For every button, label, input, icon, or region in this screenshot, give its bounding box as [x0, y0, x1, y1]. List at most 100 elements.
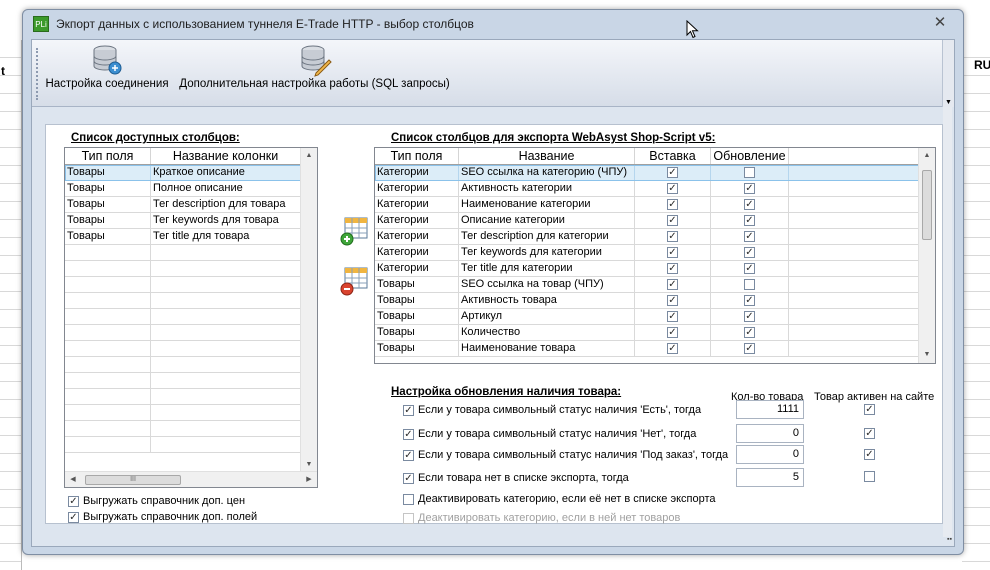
scroll-up-icon[interactable]: ▲ — [301, 148, 317, 164]
checkbox-box[interactable]: ✓ — [744, 231, 755, 242]
table-row[interactable]: Товары Тег keywords для товара — [65, 213, 317, 229]
insert-checkbox-cell[interactable]: ✓ — [635, 181, 711, 196]
scroll-left-icon[interactable]: ◀ — [65, 472, 81, 487]
export-header-name[interactable]: Название — [459, 148, 635, 164]
table-row[interactable]: Товары Краткое описание — [65, 165, 317, 181]
toolbar-grip[interactable] — [36, 48, 38, 100]
insert-checkbox-cell[interactable]: ✓ — [635, 197, 711, 212]
insert-checkbox-cell[interactable]: ✓ — [635, 261, 711, 276]
checkbox-box[interactable]: ✓ — [403, 428, 414, 440]
export-vertical-scrollbar[interactable]: ▲ ▼ — [918, 148, 935, 363]
active-on-site-checkbox[interactable]: ✓ — [864, 427, 875, 439]
export-columns-grid[interactable]: Тип поля Название Вставка Обновление Кат… — [374, 147, 936, 364]
deactivate-empty-category-checkbox[interactable]: Деактивировать категорию, если в ней нет… — [403, 512, 680, 524]
checkbox-box[interactable]: ✓ — [744, 343, 755, 354]
toolbar-scroll-down-icon[interactable]: ▼ — [945, 99, 952, 106]
checkbox-box[interactable] — [403, 512, 414, 524]
table-row[interactable]: Категории Описание категории ✓ ✓ — [375, 213, 935, 229]
checkbox-box[interactable]: ✓ — [744, 247, 755, 258]
export-header-type[interactable]: Тип поля — [375, 148, 459, 164]
checkbox-box[interactable]: ✓ — [667, 327, 678, 338]
insert-checkbox-cell[interactable]: ✓ — [635, 165, 711, 180]
insert-checkbox-cell[interactable]: ✓ — [635, 341, 711, 356]
qty-input[interactable]: 0 — [736, 445, 804, 464]
checkbox-box[interactable]: ✓ — [68, 511, 79, 523]
export-prices-checkbox[interactable]: ✓ Выгружать справочник доп. цен — [68, 495, 245, 507]
table-row[interactable]: Категории SEO ссылка на категорию (ЧПУ) ✓ — [375, 165, 935, 181]
table-row[interactable]: Товары Артикул ✓ ✓ — [375, 309, 935, 325]
stock-rule-checkbox[interactable]: ✓ Если у товара символьный статус наличия… — [403, 428, 696, 440]
checkbox-box[interactable]: ✓ — [744, 215, 755, 226]
advanced-settings-button[interactable]: Дополнительная настройка работы (SQL зап… — [177, 40, 452, 107]
insert-checkbox-cell[interactable]: ✓ — [635, 293, 711, 308]
update-checkbox-cell[interactable]: ✓ — [711, 325, 789, 340]
insert-checkbox-cell[interactable]: ✓ — [635, 213, 711, 228]
update-checkbox-cell[interactable]: ✓ — [711, 197, 789, 212]
checkbox-box[interactable]: ✓ — [667, 167, 678, 178]
table-row[interactable]: Товары Полное описание — [65, 181, 317, 197]
insert-checkbox-cell[interactable]: ✓ — [635, 245, 711, 260]
insert-checkbox-cell[interactable]: ✓ — [635, 309, 711, 324]
deactivate-missing-category-checkbox[interactable]: Деактивировать категорию, если её нет в … — [403, 493, 716, 505]
table-row[interactable]: Товары Тег description для товара — [65, 197, 317, 213]
checkbox-box[interactable]: ✓ — [403, 472, 414, 484]
connection-settings-button[interactable]: Настройка соединения — [42, 40, 172, 107]
export-scroll-thumb[interactable] — [922, 170, 932, 240]
checkbox-box[interactable]: ✓ — [744, 263, 755, 274]
stock-rule-checkbox[interactable]: ✓ Если товара нет в списке экспорта, тогд… — [403, 472, 629, 484]
active-on-site-checkbox[interactable]: ✓ — [864, 403, 875, 415]
checkbox-box[interactable]: ✓ — [864, 449, 875, 460]
qty-input[interactable]: 0 — [736, 424, 804, 443]
checkbox-box[interactable]: ✓ — [667, 231, 678, 242]
qty-input[interactable]: 1111 — [736, 400, 804, 419]
checkbox-box[interactable]: ✓ — [667, 343, 678, 354]
close-button[interactable]: ✕ — [931, 15, 949, 31]
table-row[interactable]: Категории Наименование категории ✓ ✓ — [375, 197, 935, 213]
table-row[interactable]: Товары SEO ссылка на товар (ЧПУ) ✓ — [375, 277, 935, 293]
export-header-update[interactable]: Обновление — [711, 148, 789, 164]
table-row[interactable]: Товары Количество ✓ ✓ — [375, 325, 935, 341]
insert-checkbox-cell[interactable]: ✓ — [635, 325, 711, 340]
add-column-button[interactable] — [338, 215, 370, 247]
scroll-up-icon[interactable]: ▲ — [919, 148, 935, 164]
checkbox-box[interactable]: ✓ — [864, 428, 875, 439]
update-checkbox-cell[interactable]: ✓ — [711, 309, 789, 324]
update-checkbox-cell[interactable]: ✓ — [711, 341, 789, 356]
available-horizontal-scrollbar[interactable]: ◀ III ▶ — [65, 471, 317, 487]
update-checkbox-cell[interactable]: ✓ — [711, 261, 789, 276]
checkbox-box[interactable] — [403, 493, 414, 505]
checkbox-box[interactable]: ✓ — [403, 449, 414, 461]
checkbox-box[interactable]: ✓ — [667, 295, 678, 306]
scroll-down-icon[interactable]: ▼ — [919, 347, 935, 363]
checkbox-box[interactable]: ✓ — [667, 247, 678, 258]
table-row[interactable]: Товары Наименование товара ✓ ✓ — [375, 341, 935, 357]
update-checkbox-cell[interactable]: ✓ — [711, 229, 789, 244]
checkbox-box[interactable]: ✓ — [68, 495, 79, 507]
active-on-site-checkbox[interactable] — [864, 471, 875, 485]
checkbox-box[interactable]: ✓ — [744, 311, 755, 322]
checkbox-box[interactable]: ✓ — [744, 199, 755, 210]
table-row[interactable]: Товары Активность товара ✓ ✓ — [375, 293, 935, 309]
resize-grip-icon[interactable]: ▪▪ — [947, 536, 952, 543]
scroll-right-icon[interactable]: ▶ — [301, 472, 317, 487]
remove-column-button[interactable] — [338, 265, 370, 297]
checkbox-box[interactable]: ✓ — [744, 183, 755, 194]
checkbox-box[interactable]: ✓ — [744, 327, 755, 338]
checkbox-box[interactable]: ✓ — [667, 183, 678, 194]
update-checkbox-cell[interactable]: ✓ — [711, 213, 789, 228]
table-row[interactable]: Категории Тег description для категории ✓ ✓ — [375, 229, 935, 245]
checkbox-box[interactable]: ✓ — [667, 215, 678, 226]
checkbox-box[interactable] — [864, 471, 875, 482]
stock-rule-checkbox[interactable]: ✓ Если у товара символьный статус наличия… — [403, 404, 701, 416]
export-header-insert[interactable]: Вставка — [635, 148, 711, 164]
table-row[interactable]: Категории Тег title для категории ✓ ✓ — [375, 261, 935, 277]
update-checkbox-cell[interactable]: ✓ — [711, 293, 789, 308]
checkbox-box[interactable] — [744, 167, 755, 178]
checkbox-box[interactable]: ✓ — [667, 263, 678, 274]
table-row[interactable]: Товары Тег title для товара — [65, 229, 317, 245]
dialog-scrollbar[interactable] — [943, 107, 952, 537]
toolbar-scrollbar[interactable]: ▼ — [942, 40, 954, 107]
checkbox-box[interactable]: ✓ — [744, 295, 755, 306]
available-vertical-scrollbar[interactable]: ▲ ▼ — [300, 148, 317, 473]
update-checkbox-cell[interactable] — [711, 277, 789, 292]
